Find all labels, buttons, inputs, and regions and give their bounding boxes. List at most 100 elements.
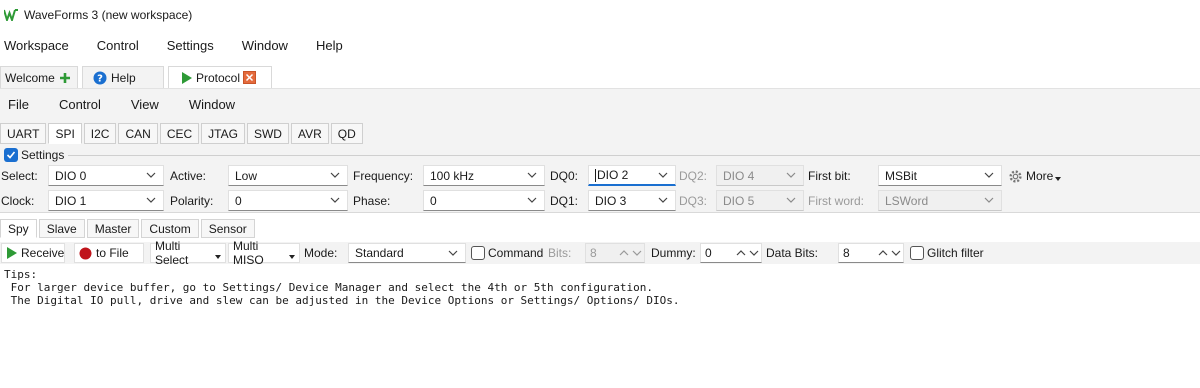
main-menu-bar: Workspace Control Settings Window Help	[0, 32, 367, 58]
glitch-filter-label: Glitch filter	[927, 246, 984, 260]
data-bits-stepper[interactable]: 8	[838, 243, 904, 263]
tab-help[interactable]: ? Help	[82, 66, 164, 88]
record-icon	[79, 247, 92, 260]
svg-text:?: ?	[97, 73, 103, 84]
chevron-down-icon[interactable]	[749, 248, 759, 258]
command-checkbox-box[interactable]	[471, 246, 485, 260]
phase-value: 0	[430, 193, 437, 208]
chevron-down-icon	[984, 172, 994, 178]
dummy-stepper[interactable]: 0	[700, 243, 762, 263]
dq2-dropdown: DIO 4	[716, 165, 804, 186]
polarity-value: 0	[235, 193, 242, 208]
polarity-dropdown[interactable]: 0	[228, 190, 348, 211]
menu-control[interactable]: Control	[93, 38, 143, 53]
chevron-down-icon	[984, 197, 994, 203]
tab-spi[interactable]: SPI	[48, 123, 82, 144]
command-checkbox[interactable]: Command	[467, 243, 547, 263]
dq0-label: DQ0:	[550, 169, 579, 183]
phase-dropdown[interactable]: 0	[423, 190, 545, 211]
waveforms-logo-icon	[4, 8, 18, 22]
protocol-tabs: UART SPI I2C CAN CEC JTAG SWD AVR QD	[0, 123, 365, 145]
more-label: More	[1026, 169, 1054, 183]
dummy-value: 0	[705, 246, 712, 260]
menu-help[interactable]: Help	[312, 38, 347, 53]
tab-can[interactable]: CAN	[118, 123, 158, 144]
data-bits-label: Data Bits:	[766, 246, 819, 260]
protocol-menu-bar: File Control View Window	[0, 92, 257, 116]
help-icon: ?	[93, 71, 107, 85]
active-dropdown[interactable]: Low	[228, 165, 348, 186]
menu-workspace[interactable]: Workspace	[0, 38, 73, 53]
console-line: For larger device buffer, go to Settings…	[4, 281, 654, 294]
menu-settings[interactable]: Settings	[163, 38, 218, 53]
chevron-down-icon	[786, 197, 796, 203]
dq2-label: DQ2:	[679, 169, 708, 183]
text-cursor	[595, 168, 596, 182]
tab-uart[interactable]: UART	[0, 123, 47, 144]
glitch-filter-checkbox[interactable]: Glitch filter	[906, 243, 988, 263]
multi-select-button[interactable]: Multi Select	[150, 239, 226, 267]
chevron-down-icon[interactable]	[891, 248, 901, 258]
menu-protocol-control[interactable]: Control	[59, 97, 101, 112]
console-line: Tips:	[4, 268, 38, 281]
select-label: Select:	[1, 169, 38, 183]
tab-jtag[interactable]: JTAG	[201, 123, 245, 144]
dq0-dropdown[interactable]: DIO 2	[588, 165, 676, 186]
tab-i2c[interactable]: I2C	[83, 123, 117, 144]
dq2-value: DIO 4	[723, 168, 755, 183]
gear-icon	[1008, 169, 1023, 184]
bits-label: Bits:	[548, 246, 572, 260]
active-value: Low	[235, 168, 258, 183]
menu-file[interactable]: File	[8, 97, 29, 112]
settings-group: Settings	[4, 147, 68, 163]
clock-dropdown[interactable]: DIO 1	[48, 190, 164, 211]
more-button[interactable]: More	[1008, 166, 1062, 186]
dq1-label: DQ1:	[550, 194, 579, 208]
tab-qd[interactable]: QD	[330, 123, 363, 144]
menu-protocol-window[interactable]: Window	[189, 97, 235, 112]
tab-sensor[interactable]: Sensor	[200, 219, 255, 238]
bits-value: 8	[590, 246, 597, 260]
window-title: WaveForms 3 (new workspace)	[24, 8, 193, 22]
dq1-dropdown[interactable]: DIO 3	[588, 190, 676, 211]
first-bit-dropdown[interactable]: MSBit	[878, 165, 1002, 186]
mode-value: Standard	[355, 246, 404, 260]
tab-welcome[interactable]: Welcome	[0, 66, 78, 88]
multi-miso-button[interactable]: Multi MISO	[228, 239, 300, 267]
glitch-filter-checkbox-box[interactable]	[910, 246, 924, 260]
multi-miso-label: Multi MISO	[233, 239, 264, 267]
mode-dropdown[interactable]: Standard	[348, 243, 466, 263]
caret-down-icon	[1055, 177, 1062, 181]
frequency-dropdown[interactable]: 100 kHz	[423, 165, 545, 186]
clock-label: Clock:	[1, 194, 35, 208]
polarity-label: Polarity:	[170, 194, 214, 208]
mode-label: Mode:	[304, 246, 338, 260]
tab-protocol-label: Protocol	[196, 70, 241, 85]
console-output[interactable]: Tips: For larger device buffer, go to Se…	[4, 268, 1194, 384]
tab-slave[interactable]: Slave	[38, 219, 85, 238]
tab-custom[interactable]: Custom	[141, 219, 199, 238]
dummy-label: Dummy:	[651, 246, 696, 260]
dq1-value: DIO 3	[595, 193, 627, 208]
tab-master[interactable]: Master	[86, 219, 140, 238]
chevron-up-icon[interactable]	[736, 248, 746, 258]
tab-spy[interactable]: Spy	[0, 219, 37, 238]
chevron-up-icon[interactable]	[878, 248, 888, 258]
menu-window[interactable]: Window	[238, 38, 292, 53]
receive-button[interactable]: Receive	[1, 243, 65, 263]
tab-protocol[interactable]: Protocol	[168, 66, 272, 88]
chevron-down-icon	[146, 172, 156, 178]
tab-cec[interactable]: CEC	[159, 123, 200, 144]
tab-help-label: Help	[111, 70, 136, 85]
select-dropdown[interactable]: DIO 0	[48, 165, 164, 186]
close-icon[interactable]	[243, 71, 257, 84]
plus-icon[interactable]	[59, 72, 71, 84]
settings-checkbox[interactable]	[4, 148, 18, 162]
chevron-down-icon	[146, 197, 156, 203]
tab-avr[interactable]: AVR	[290, 123, 329, 144]
menu-view[interactable]: View	[131, 97, 159, 112]
to-file-button[interactable]: to File	[74, 243, 144, 263]
tab-swd[interactable]: SWD	[246, 123, 289, 144]
mode-tabs: Spy Slave Master Custom Sensor	[0, 219, 257, 239]
workspace-tabs: Welcome ? Help Protocol	[0, 64, 276, 88]
